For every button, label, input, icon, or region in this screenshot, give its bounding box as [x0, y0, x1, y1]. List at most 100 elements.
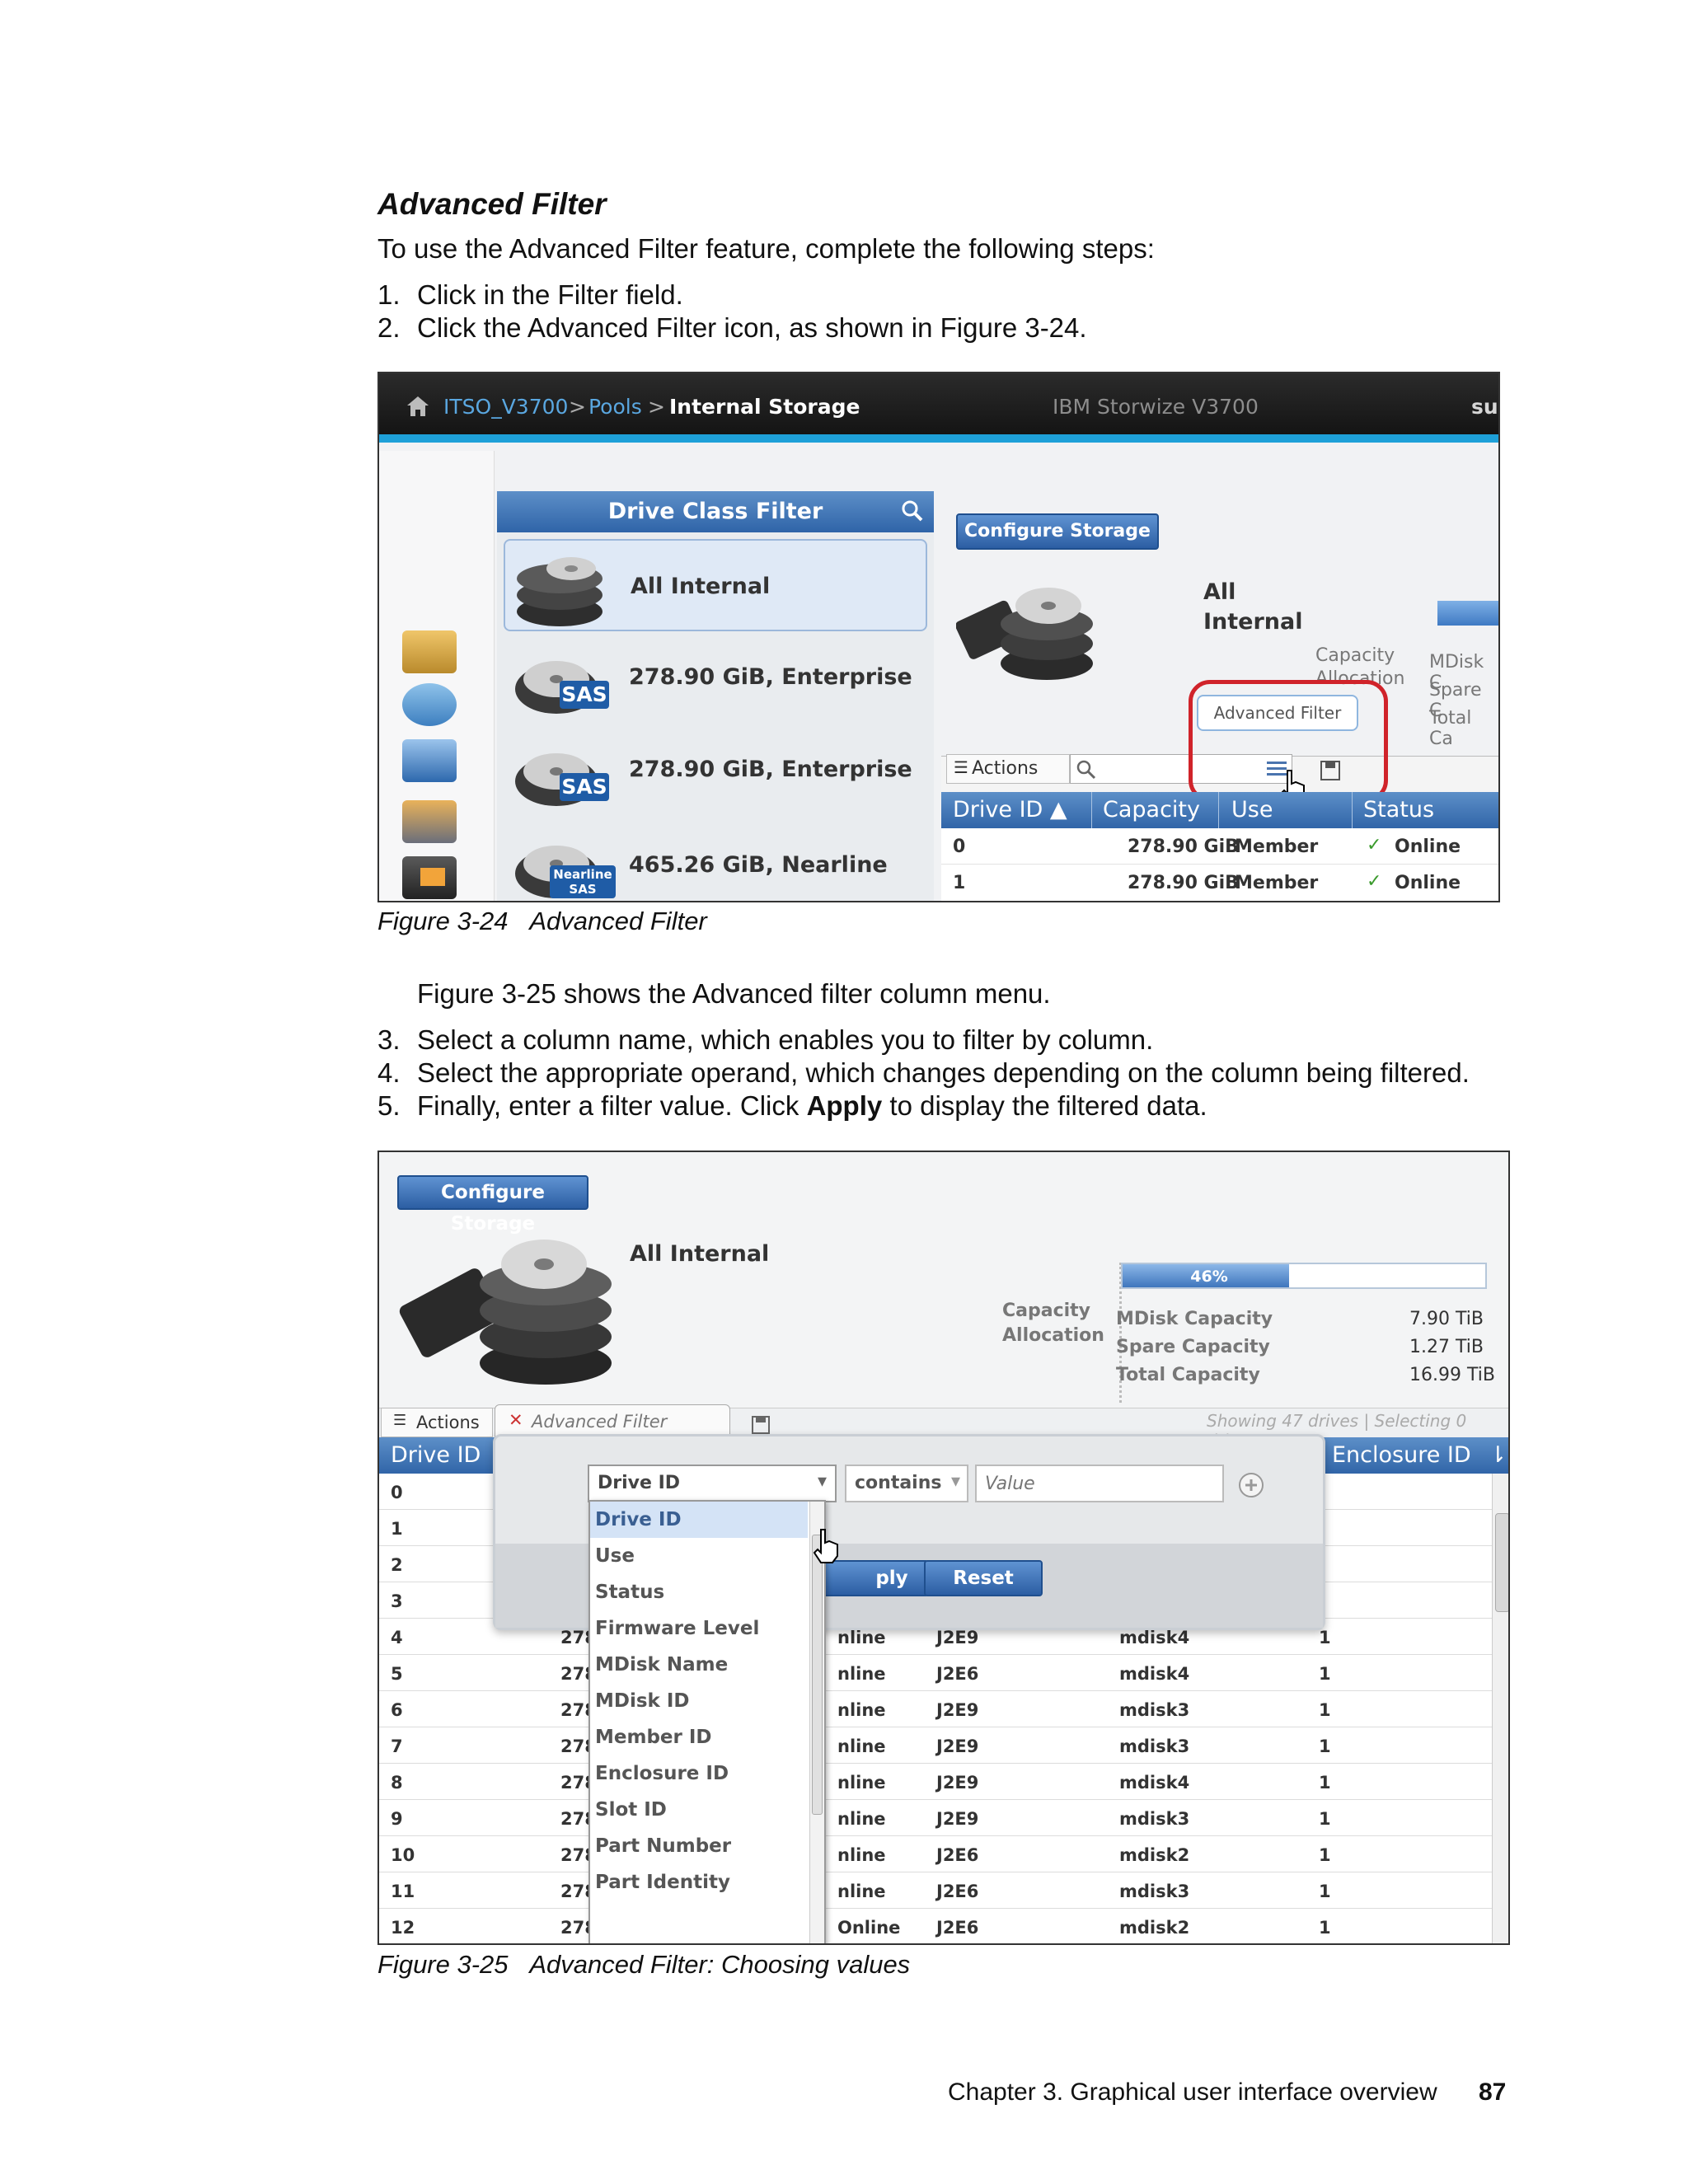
cell-part: J2E9 — [936, 1773, 979, 1793]
dropdown-scrollbar[interactable] — [809, 1502, 824, 1943]
hosts-icon[interactable] — [402, 800, 457, 843]
column-enclosure-id[interactable]: Enclosure ID — [1332, 1442, 1471, 1468]
cell-part: J2E6 — [936, 1882, 979, 1901]
drive-class-item-sas-2[interactable]: SAS 278.90 GiB, Enterprise — [504, 732, 927, 824]
scrollbar-thumb[interactable] — [1495, 1513, 1508, 1612]
cell-id: 4 — [391, 1628, 403, 1647]
table-row[interactable]: 6 278 nline J2E9 mdisk3 1 — [379, 1691, 1492, 1727]
drive-stack-icon — [397, 1218, 636, 1391]
drive-stack-icon — [955, 563, 1096, 687]
dropdown-item[interactable]: Firmware Level — [590, 1610, 808, 1647]
steps-list-a: 1. Click in the Filter field. 2. Click the… — [377, 279, 1087, 344]
cell-id: 2 — [391, 1555, 403, 1575]
breadcrumb-system[interactable]: ITSO_V3700 — [443, 395, 568, 419]
dropdown-item[interactable]: Part Identity — [590, 1864, 808, 1900]
table-row[interactable]: 11 278 nline J2E6 mdisk3 1 — [379, 1872, 1492, 1909]
value-input[interactable] — [975, 1465, 1224, 1502]
table-row[interactable]: 8 278 nline J2E9 mdisk4 1 — [379, 1764, 1492, 1800]
operand-select[interactable]: contains ▾ — [845, 1465, 968, 1502]
cell-id: 8 — [391, 1773, 403, 1793]
grid-body: 0 278.90 GiB Member ✓ Online 1 278.90 Gi… — [941, 828, 1498, 901]
dropdown-item[interactable]: Part Number — [590, 1828, 808, 1864]
drive-class-label: 465.26 GiB, Nearline — [629, 852, 888, 878]
dropdown-item[interactable]: MDisk Name — [590, 1647, 808, 1683]
cell-encl: 1 — [1319, 1736, 1331, 1756]
configure-storage-button[interactable]: Configure Storage — [956, 513, 1159, 550]
home-icon[interactable] — [406, 395, 430, 418]
monitoring-icon[interactable] — [402, 630, 457, 673]
capacity-progress-bar: 46% — [1121, 1263, 1487, 1289]
cell-id: 1 — [391, 1519, 403, 1539]
sas-badge: SAS — [560, 681, 609, 709]
actions-button[interactable]: ☰ Actions — [381, 1408, 493, 1437]
cell-mdisk: mdisk2 — [1119, 1918, 1190, 1938]
table-row[interactable]: 12278.90 GiBMemberOnlineJ2E6mdisk21✓ — [379, 1909, 1492, 1943]
column-dropdown-list: Drive ID Use Status Firmware Level MDisk Nam… — [588, 1500, 826, 1943]
cell-encl: 1 — [1319, 1882, 1331, 1901]
dropdown-item[interactable]: Use — [590, 1538, 808, 1574]
list-icon: ☰ — [954, 757, 968, 777]
column-select[interactable]: Drive ID ▾ — [588, 1465, 837, 1502]
table-row[interactable]: 1 278.90 GiB Member ✓ Online — [941, 865, 1498, 901]
cell-id: 9 — [391, 1809, 403, 1829]
hand-cursor-icon — [813, 1529, 838, 1563]
save-icon[interactable] — [750, 1414, 771, 1436]
total-capacity-label: Total Ca — [1429, 708, 1472, 749]
user-name[interactable]: sup — [1471, 395, 1498, 419]
dropdown-item[interactable]: Member ID — [590, 1719, 808, 1755]
copy-services-icon[interactable] — [402, 856, 457, 899]
cell-part: J2E6 — [936, 1918, 979, 1938]
drive-class-filter-title: Drive Class Filter — [497, 491, 934, 532]
breadcrumb-separator: > — [648, 395, 665, 419]
drive-class-item-sas-1[interactable]: SAS 278.90 GiB, Enterprise — [504, 640, 927, 732]
column-capacity[interactable]: Capacity — [1103, 797, 1200, 823]
table-row[interactable]: 9 278 nline J2E9 mdisk3 1 — [379, 1800, 1492, 1836]
cell-status: nline — [837, 1736, 886, 1756]
search-icon — [1076, 760, 1096, 780]
check-icon: ✓ — [1367, 835, 1382, 855]
footer-chapter: Chapter 3. Graphical user interface over… — [948, 2079, 1437, 2106]
dropdown-item[interactable]: Enclosure ID — [590, 1755, 808, 1792]
all-internal-label: All — [1203, 579, 1236, 605]
cell-encl: 1 — [1319, 1809, 1331, 1829]
progress-label: 46% — [1190, 1268, 1228, 1286]
column-status[interactable]: Status — [1363, 797, 1434, 823]
total-capacity-value: 16.99 TiB — [1409, 1365, 1495, 1385]
search-icon[interactable] — [901, 499, 924, 523]
drive-class-item-nearline[interactable]: Nearline SAS 465.26 GiB, Nearline — [504, 824, 927, 901]
volumes-icon[interactable] — [402, 739, 457, 782]
column-drive-id[interactable]: Drive ID ▲ — [953, 797, 1067, 823]
column-drive-id[interactable]: Drive ID — [391, 1442, 481, 1468]
dropdown-item[interactable]: MDisk ID — [590, 1683, 808, 1719]
scrollbar[interactable] — [1492, 1474, 1508, 1943]
reset-button[interactable]: Reset — [924, 1560, 1043, 1596]
table-row[interactable]: 0 278.90 GiB Member ✓ Online — [941, 828, 1498, 865]
drive-class-item-all-internal[interactable]: All Internal — [504, 539, 927, 631]
advanced-filter-tab[interactable]: ✕ Advanced Filter — [495, 1404, 730, 1437]
configure-storage-button[interactable]: Configure Storage — [397, 1175, 588, 1235]
total-capacity-label: Total Capacity — [1116, 1365, 1260, 1385]
pools-icon[interactable] — [402, 683, 457, 726]
figure-3-25-intro: Figure 3-25 shows the Advanced filter co… — [417, 978, 1051, 1009]
cell-part: J2E6 — [936, 1664, 979, 1684]
breadcrumb-pools[interactable]: Pools — [588, 395, 642, 419]
grid-header: Drive ID ▲ Capacity Use Status — [941, 792, 1498, 828]
drive-stack-icon — [510, 541, 616, 631]
dropdown-item[interactable]: Status — [590, 1574, 808, 1610]
table-row[interactable]: 5 278 nline J2E6 mdisk4 1 — [379, 1655, 1492, 1691]
column-sort-icon[interactable]: ⇂ — [1489, 1442, 1507, 1468]
table-row[interactable]: 7 278 nline J2E9 mdisk3 1 — [379, 1727, 1492, 1764]
breadcrumb-separator: > — [569, 395, 586, 419]
add-condition-icon[interactable] — [1237, 1471, 1265, 1499]
intro-text: To use the Advanced Filter feature, comp… — [377, 233, 1155, 264]
close-icon[interactable]: ✕ — [509, 1410, 523, 1430]
cell-encl: 1 — [1319, 1918, 1331, 1938]
column-use[interactable]: Use — [1231, 797, 1273, 823]
apply-button[interactable]: ply — [822, 1560, 929, 1596]
table-row[interactable]: 10 278 nline J2E6 mdisk2 1 — [379, 1836, 1492, 1872]
dropdown-item[interactable]: Slot ID — [590, 1792, 808, 1828]
actions-button[interactable]: ☰ Actions — [946, 754, 1070, 784]
dropdown-item[interactable]: Drive ID — [590, 1502, 808, 1538]
left-navigation — [379, 451, 495, 901]
drive-class-label: All Internal — [631, 574, 771, 599]
